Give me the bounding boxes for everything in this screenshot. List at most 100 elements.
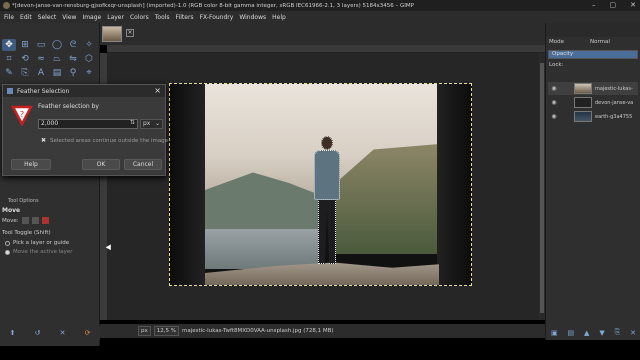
layers-dock: Mode Normal Opacity Lock: ◉ majestic-luk… (545, 23, 640, 340)
menu-windows[interactable]: Windows (239, 14, 266, 21)
layer-info: majestic-lukas-Twft8MXD0VAA-unsplash.jpg… (181, 328, 334, 334)
gimp-logo-icon (3, 2, 10, 9)
minimize-button[interactable]: – (592, 0, 596, 11)
tool-toggle-label: Tool Toggle (Shift) (2, 230, 51, 236)
opacity-label: Opacity (552, 51, 574, 57)
maximize-button[interactable]: ▢ (610, 0, 617, 11)
close-image-tab-icon[interactable]: × (126, 29, 134, 37)
text-icon[interactable]: A (34, 67, 48, 79)
align-icon[interactable]: ⊞ (18, 39, 32, 51)
menu-file[interactable]: File (4, 14, 14, 21)
spin-arrows-icon[interactable]: ⇅ (130, 119, 135, 127)
perspective-icon[interactable]: ⏢ (50, 53, 64, 65)
unit-dropdown[interactable]: px (138, 326, 151, 336)
close-window-button[interactable]: ✕ (630, 0, 636, 11)
cancel-button[interactable]: Cancel (124, 159, 162, 170)
scrollbar-thumb[interactable] (540, 63, 544, 313)
ok-button[interactable]: OK (82, 159, 120, 170)
crop-icon[interactable]: ⌗ (2, 53, 16, 65)
raise-layer-icon[interactable]: ▲ (584, 329, 589, 337)
layer-row[interactable]: ◉ majestic-lukas- (548, 82, 638, 95)
eye-icon[interactable]: ◉ (548, 113, 560, 120)
dialog-titlebar: Feather Selection × (3, 85, 165, 97)
menubar: File Edit Select View Image Layer Colors… (0, 11, 640, 23)
layer-name[interactable]: earth-g3a4755 (595, 114, 632, 120)
layer-name[interactable]: majestic-lukas- (595, 86, 633, 92)
zoom-dropdown[interactable]: 12,5 % (153, 326, 179, 336)
move-layer-mode-icon[interactable] (21, 217, 29, 224)
duplicate-layer-icon[interactable]: ⎘ (615, 328, 621, 337)
tool-options-tab[interactable]: Tool Options (0, 198, 39, 204)
mode-select[interactable]: Normal (590, 39, 610, 45)
delete-options-icon[interactable]: ✕ (60, 329, 66, 337)
dock-tabs[interactable] (546, 23, 640, 37)
ruler-horizontal[interactable] (107, 45, 545, 53)
fuzzy-select-icon[interactable]: ✧ (82, 39, 96, 51)
menu-filters[interactable]: Filters (176, 14, 194, 21)
move-icon[interactable]: ✥ (2, 39, 16, 51)
image-tabs: × (100, 23, 545, 45)
radio-move-active[interactable]: Move the active layer (5, 249, 73, 255)
clone-icon[interactable]: ⎘ (18, 67, 32, 79)
eye-icon[interactable]: ◉ (548, 99, 560, 106)
unit-select[interactable]: px ⌄ (140, 119, 163, 129)
statusbar: px 12,5 % majestic-lukas-Twft8MXD0VAA-un… (100, 324, 545, 338)
new-layer-icon[interactable]: ▣ (551, 329, 558, 337)
warp-icon[interactable]: ≈ (34, 53, 48, 65)
menu-help[interactable]: Help (272, 14, 286, 21)
chevron-down-icon: ⌄ (154, 120, 160, 127)
dialog-app-icon (7, 88, 13, 94)
menu-colors[interactable]: Colors (130, 14, 149, 21)
ellipse-select-icon[interactable]: ◯ (50, 39, 64, 51)
menu-edit[interactable]: Edit (20, 14, 32, 21)
lasso-icon[interactable]: ᘓ (66, 39, 80, 51)
mode-label: Mode (549, 39, 564, 45)
menu-layer[interactable]: Layer (107, 14, 124, 21)
image-tab-thumbnail[interactable] (102, 26, 122, 42)
layer-row[interactable]: ◉ earth-g3a4755 (548, 110, 638, 123)
cage-icon[interactable]: ⬡ (82, 53, 96, 65)
tool-options-panel: Tool Options Move Move: Tool Toggle (Shi… (0, 197, 100, 347)
continue-outside-checkbox[interactable]: ✖ (41, 138, 47, 144)
gradient-icon[interactable]: ▤ (50, 67, 64, 79)
menu-fx-foundry[interactable]: FX-Foundry (200, 14, 234, 21)
dialog-close-icon[interactable]: × (154, 85, 161, 97)
flip-icon[interactable]: ⇋ (66, 53, 80, 65)
feather-radius-input[interactable]: 2,000 ⇅ (38, 119, 138, 129)
save-options-icon[interactable]: ⬆ (10, 329, 16, 337)
menu-select[interactable]: Select (38, 14, 57, 21)
menu-view[interactable]: View (62, 14, 76, 21)
layer-thumbnail (574, 97, 592, 108)
rect-select-icon[interactable]: ▭ (34, 39, 48, 51)
eyedropper-icon[interactable]: ⌖ (82, 67, 96, 79)
layer-name[interactable]: devon-janse-va (595, 100, 633, 106)
svg-text:?: ? (20, 110, 24, 119)
unified-transform-icon[interactable]: ⟲ (18, 53, 32, 65)
restore-options-icon[interactable]: ↺ (35, 329, 41, 337)
radio-selected-icon (5, 249, 10, 255)
photo-dark-edge-left (170, 84, 205, 285)
delete-layer-icon[interactable]: ✕ (630, 329, 636, 337)
radio-pick-layer[interactable]: Pick a layer or guide (5, 240, 69, 246)
menu-tools[interactable]: Tools (155, 14, 170, 21)
move-selection-mode-icon[interactable] (31, 217, 39, 224)
menu-image[interactable]: Image (82, 14, 101, 21)
help-button[interactable]: Help (11, 159, 51, 170)
photo-water (205, 229, 325, 269)
person-legs (318, 198, 336, 264)
eye-icon[interactable]: ◉ (548, 85, 560, 92)
move-mode-label: Move: (2, 217, 19, 224)
opacity-slider[interactable]: Opacity (548, 50, 638, 59)
move-path-mode-icon[interactable] (41, 217, 49, 224)
feather-radius-value: 2,000 (41, 120, 59, 127)
lower-layer-icon[interactable]: ▼ (599, 329, 604, 337)
new-group-icon[interactable]: ▤ (567, 329, 574, 337)
image-canvas[interactable] (169, 83, 472, 286)
person-head (321, 136, 333, 150)
selected-person (310, 136, 344, 271)
zoom-icon[interactable]: ⚲ (66, 67, 80, 79)
radio-pick-layer-label: Pick a layer or guide (13, 240, 70, 246)
reset-options-icon[interactable]: ⟳ (85, 329, 91, 337)
layer-row[interactable]: ◉ devon-janse-va (548, 96, 638, 109)
paint-icon[interactable]: ✎ (2, 67, 16, 79)
